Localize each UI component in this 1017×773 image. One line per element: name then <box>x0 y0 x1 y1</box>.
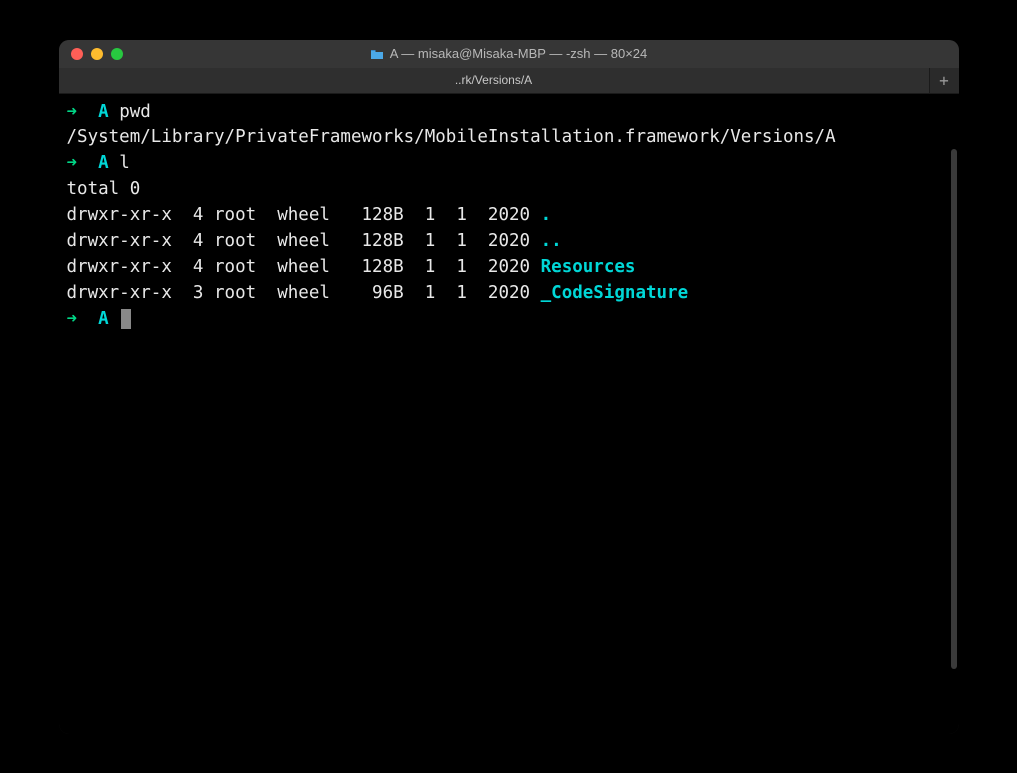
ls-entry-meta: drwxr-xr-x 4 root wheel 128B 1 1 2020 <box>67 231 541 251</box>
terminal-body[interactable]: ➜ A pwd/System/Library/PrivateFrameworks… <box>59 94 959 734</box>
traffic-lights <box>59 48 123 60</box>
output-text: total 0 <box>67 179 141 199</box>
terminal-content: ➜ A pwd/System/Library/PrivateFrameworks… <box>67 100 951 333</box>
tabbar: ..rk/Versions/A + <box>59 68 959 94</box>
prompt-arrow: ➜ <box>67 153 78 173</box>
output-text: /System/Library/PrivateFrameworks/Mobile… <box>67 127 836 147</box>
close-button[interactable] <box>71 48 83 60</box>
terminal-line: total 0 <box>67 177 951 203</box>
terminal-line: drwxr-xr-x 4 root wheel 128B 1 1 2020 . <box>67 203 951 229</box>
minimize-button[interactable] <box>91 48 103 60</box>
cursor <box>121 309 131 329</box>
prompt-arrow: ➜ <box>67 102 78 122</box>
terminal-line: ➜ A l <box>67 151 951 177</box>
folder-icon <box>370 48 384 59</box>
prompt-dir: A <box>98 309 109 329</box>
plus-icon: + <box>939 71 949 90</box>
prompt-dir: A <box>98 102 109 122</box>
window-title-text: A — misaka@Misaka-MBP — -zsh — 80×24 <box>390 46 648 61</box>
ls-entry-meta: drwxr-xr-x 4 root wheel 128B 1 1 2020 <box>67 205 541 225</box>
terminal-line: drwxr-xr-x 4 root wheel 128B 1 1 2020 Re… <box>67 255 951 281</box>
scrollbar[interactable] <box>951 149 957 669</box>
terminal-line: drwxr-xr-x 4 root wheel 128B 1 1 2020 .. <box>67 229 951 255</box>
ls-entry-meta: drwxr-xr-x 4 root wheel 128B 1 1 2020 <box>67 257 541 277</box>
terminal-line: /System/Library/PrivateFrameworks/Mobile… <box>67 125 951 151</box>
terminal-line: ➜ A <box>67 307 951 333</box>
ls-entry-meta: drwxr-xr-x 3 root wheel 96B 1 1 2020 <box>67 283 541 303</box>
add-tab-button[interactable]: + <box>929 68 959 93</box>
terminal-line: drwxr-xr-x 3 root wheel 96B 1 1 2020 _Co… <box>67 281 951 307</box>
maximize-button[interactable] <box>111 48 123 60</box>
titlebar: A — misaka@Misaka-MBP — -zsh — 80×24 <box>59 40 959 68</box>
prompt-dir: A <box>98 153 109 173</box>
prompt-command: pwd <box>119 102 151 122</box>
window-title: A — misaka@Misaka-MBP — -zsh — 80×24 <box>59 46 959 61</box>
prompt-command: l <box>119 153 130 173</box>
prompt-arrow: ➜ <box>67 309 78 329</box>
terminal-window: A — misaka@Misaka-MBP — -zsh — 80×24 ..r… <box>59 40 959 734</box>
ls-entry-name: Resources <box>541 257 636 277</box>
ls-entry-name: .. <box>541 231 562 251</box>
ls-entry-name: . <box>541 205 552 225</box>
tab-label: ..rk/Versions/A <box>455 73 532 87</box>
tab-active[interactable]: ..rk/Versions/A <box>59 68 929 93</box>
terminal-line: ➜ A pwd <box>67 100 951 126</box>
ls-entry-name: _CodeSignature <box>541 283 689 303</box>
